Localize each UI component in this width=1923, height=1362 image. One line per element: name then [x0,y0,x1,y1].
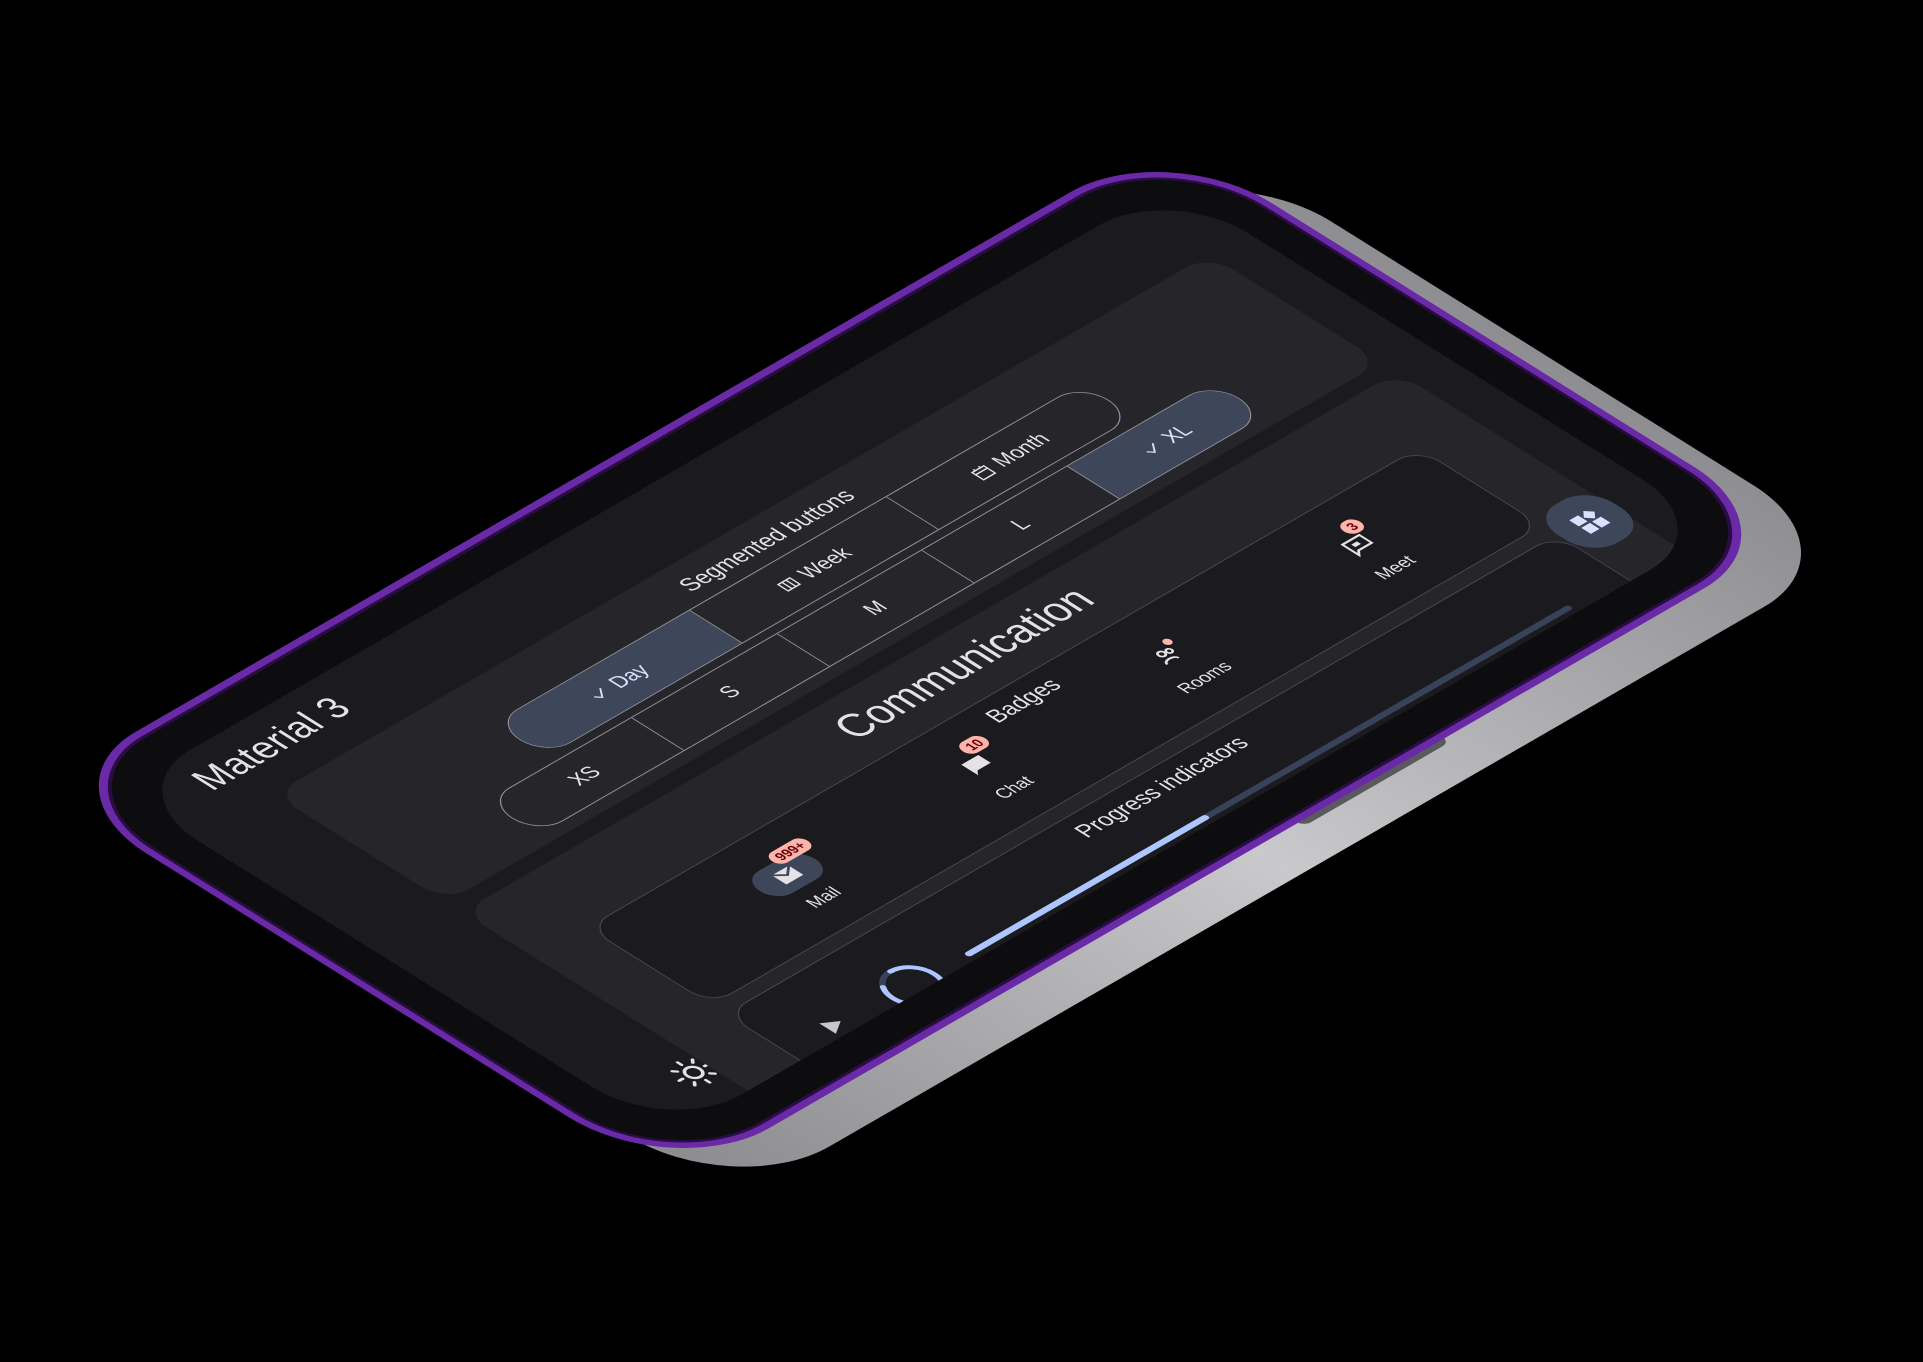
calendar-month-icon [966,463,999,483]
segment-label: Day [602,660,655,692]
segment-label: XS [562,762,607,790]
segment-label: Week [792,543,858,583]
badge-label: Meet [1369,552,1421,583]
badge-label: Chat [989,772,1039,803]
check-icon [1136,439,1169,459]
phone-frame: Material 3 Segmented buttons Day Week Mo… [40,136,1800,1184]
segment-label: M [857,597,893,619]
segment-label: XL [1155,420,1199,447]
segment-label: L [1005,514,1036,534]
segment-label: S [713,681,747,702]
play-arrow-icon[interactable] [809,1011,856,1040]
segment-label: Month [986,429,1056,471]
stage: Material 3 Segmented buttons Day Week Mo… [0,0,1923,1362]
widgets-icon [1569,510,1611,534]
phone-device: Material 3 Segmented buttons Day Week Mo… [40,136,1860,1202]
badge-label: Mail [800,884,847,912]
view-week-icon [772,575,805,595]
check-icon [583,684,616,704]
